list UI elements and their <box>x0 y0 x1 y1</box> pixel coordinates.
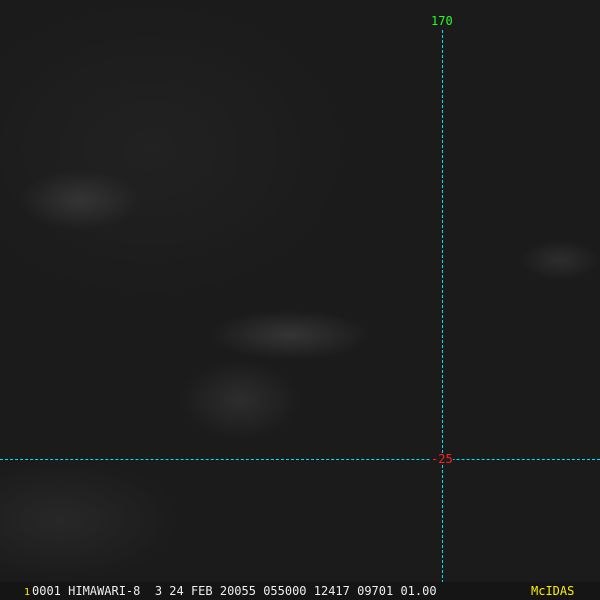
frame-number: 1 <box>24 587 31 598</box>
satellite-image: 170 -25 1 0001 HIMAWARI-8 3 24 FEB 20055… <box>0 0 600 600</box>
longitude-label: 170 <box>431 14 453 28</box>
status-bar: 1 0001 HIMAWARI-8 3 24 FEB 20055 055000 … <box>0 582 600 600</box>
longitude-grid-line <box>442 30 443 583</box>
image-info: 0001 HIMAWARI-8 3 24 FEB 20055 055000 12… <box>32 584 437 598</box>
latitude-label: -25 <box>431 452 453 466</box>
mcidas-logo: McIDAS <box>531 584 575 598</box>
latitude-grid-line <box>0 459 600 460</box>
